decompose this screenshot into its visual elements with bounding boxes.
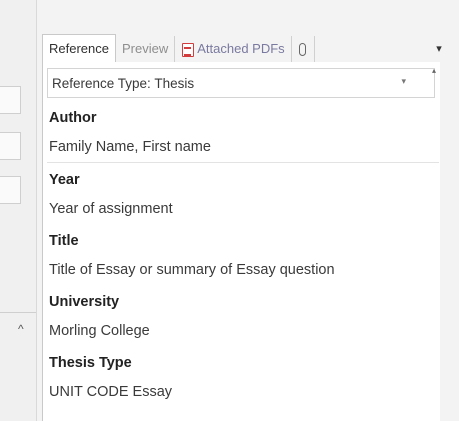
reference-type-label: Reference Type: Thesis [52, 75, 195, 91]
adjacent-pane-strip: ^ [0, 0, 37, 421]
reference-panel: Reference Type: Thesis ▾ Author Family N… [42, 62, 442, 421]
tab-reference-label: Reference [49, 40, 109, 56]
field-heading-thesis-type: Thesis Type [49, 355, 132, 371]
field-heading-author: Author [49, 110, 97, 126]
scroll-up-icon[interactable]: ▴ [432, 66, 436, 75]
adjacent-pane-field[interactable] [0, 132, 21, 160]
title-value[interactable]: Title of Essay or summary of Essay quest… [49, 262, 335, 278]
tab-preview[interactable]: Preview [116, 36, 176, 62]
adjacent-pane-divider [0, 312, 36, 313]
reference-editor-window: ^ Reference Preview Attached PDFs ▾ Refe… [0, 0, 459, 421]
tab-attached-pdfs-label: Attached PDFs [197, 41, 285, 56]
tab-overflow-menu[interactable]: ▾ [428, 36, 450, 62]
chevron-down-icon: ▾ [401, 76, 406, 86]
tab-preview-label: Preview [121, 41, 169, 56]
adjacent-pane-field[interactable] [0, 176, 21, 204]
tab-attachments[interactable] [292, 36, 315, 62]
tab-attached-pdfs[interactable]: Attached PDFs [175, 36, 292, 62]
author-value[interactable]: Family Name, First name [49, 139, 211, 155]
field-heading-title: Title [49, 233, 79, 249]
scroll-gutter[interactable] [440, 62, 459, 421]
tab-bar: Reference Preview Attached PDFs ▾ [42, 32, 450, 63]
field-heading-university: University [49, 294, 120, 310]
tab-reference[interactable]: Reference [42, 34, 116, 63]
chevron-up-icon[interactable]: ^ [18, 322, 24, 336]
pdf-icon [181, 42, 195, 57]
thesis-type-value[interactable]: UNIT CODE Essay [49, 384, 172, 400]
field-heading-year: Year [49, 172, 80, 188]
reference-type-dropdown[interactable]: Reference Type: Thesis ▾ [47, 68, 435, 98]
year-value[interactable]: Year of assignment [49, 201, 173, 217]
university-value[interactable]: Morling College [49, 323, 150, 339]
paperclip-icon [299, 42, 307, 56]
adjacent-pane-field[interactable] [0, 86, 21, 114]
